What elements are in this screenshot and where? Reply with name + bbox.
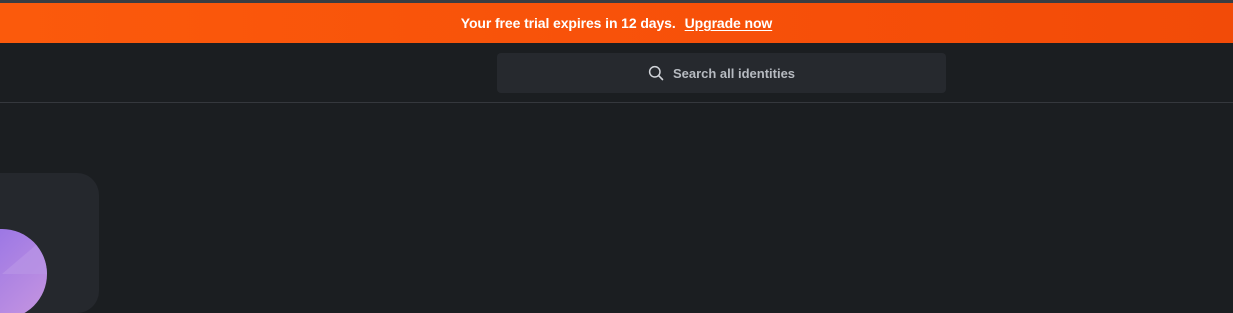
trial-banner: Your free trial expires in 12 days. Upgr… — [0, 3, 1233, 43]
search-icon — [648, 65, 664, 80]
search-input[interactable]: Search all identities — [497, 53, 946, 93]
page-header: es Search all identities — [0, 43, 1233, 103]
search-placeholder: Search all identities — [672, 65, 796, 81]
upgrade-now-link[interactable]: Upgrade now — [685, 15, 773, 31]
avatar-graphic — [0, 229, 47, 313]
trial-message: Your free trial expires in 12 days. — [460, 15, 676, 31]
identity-card[interactable] — [0, 173, 99, 313]
